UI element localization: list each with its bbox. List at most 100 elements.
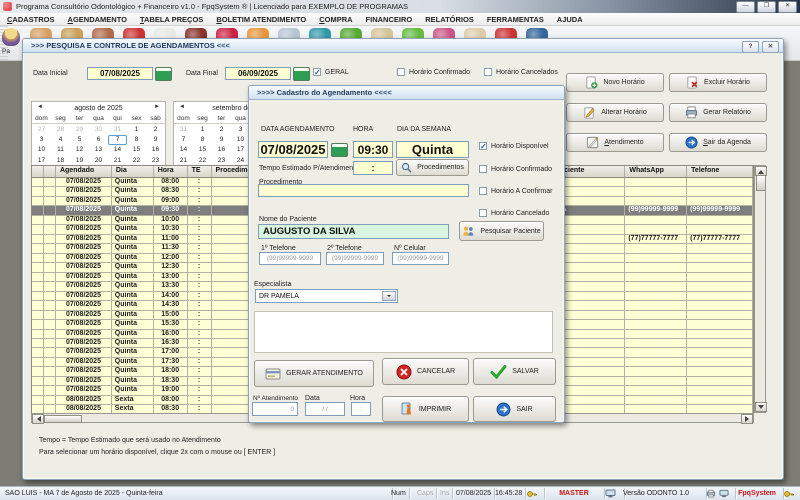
calendar-day[interactable]: 2 bbox=[212, 125, 231, 135]
sair-da-agenda-button[interactable]: Sair da Agenda bbox=[669, 133, 767, 152]
filter-horario-cancelados[interactable]: Horário Cancelados bbox=[484, 68, 558, 76]
data-agendamento-field[interactable]: 07/08/2025 bbox=[258, 141, 328, 158]
data-final-calendar-button[interactable] bbox=[293, 67, 310, 81]
menu-tabela-preços[interactable]: TABELA PREÇOS bbox=[140, 15, 203, 24]
menu-cadastros[interactable]: CADASTROS bbox=[7, 15, 55, 24]
calendar-day[interactable]: 8 bbox=[127, 135, 146, 145]
menu-ajuda[interactable]: AJUDA bbox=[557, 15, 583, 24]
menu-agendamento[interactable]: AGENDAMENTO bbox=[68, 15, 127, 24]
calendar-day[interactable]: 13 bbox=[89, 145, 108, 155]
telefone1-field[interactable]: (99)99999-9999 bbox=[259, 252, 321, 265]
calendar-day[interactable]: 16 bbox=[212, 145, 231, 155]
gerar-relatorio-button[interactable]: Gerar Relatório bbox=[669, 103, 767, 122]
calendar-next-icon[interactable]: ► bbox=[154, 104, 160, 110]
cancelar-button[interactable]: CANCELAR bbox=[382, 358, 469, 385]
column-header[interactable] bbox=[32, 166, 44, 177]
nome-paciente-field[interactable]: AUGUSTO DA SILVA bbox=[258, 224, 449, 239]
calendar-day[interactable]: 15 bbox=[127, 145, 146, 155]
calendar-day[interactable]: 29 bbox=[70, 125, 89, 135]
calendar-day[interactable]: 15 bbox=[193, 145, 212, 155]
menu-compra[interactable]: COMPRA bbox=[319, 15, 352, 24]
calendar-day[interactable]: 14 bbox=[108, 145, 127, 155]
calendar-day[interactable]: 5 bbox=[70, 135, 89, 145]
filter-geral[interactable]: GERAL bbox=[313, 68, 349, 76]
calendar-day[interactable]: 7 bbox=[174, 135, 193, 145]
horario-a-confirmar-checkbox[interactable] bbox=[479, 187, 487, 195]
excluir-horario-button[interactable]: Excluir Horário bbox=[669, 73, 767, 92]
hora-atendimento-field[interactable]: : bbox=[351, 402, 371, 416]
n-atendimento-field[interactable]: 0 bbox=[252, 402, 298, 416]
status-horario-cancelado[interactable]: Horário Cancelado bbox=[479, 209, 549, 217]
filter-horario-confirmado[interactable]: Horário Confirmado bbox=[397, 68, 470, 76]
chevron-down-icon[interactable] bbox=[382, 291, 396, 301]
novo-horario-button[interactable]: Novo Horário bbox=[566, 73, 664, 92]
data-final-field[interactable]: 06/09/2025 bbox=[225, 67, 291, 80]
column-header-hora[interactable]: Hora bbox=[154, 166, 188, 177]
calendar-day[interactable]: 1 bbox=[193, 125, 212, 135]
calendar-day[interactable]: 7 bbox=[108, 135, 127, 145]
data-inicial-calendar-button[interactable] bbox=[155, 67, 172, 81]
calendar-day[interactable]: 1 bbox=[127, 125, 146, 135]
calendar-day[interactable]: 28 bbox=[51, 125, 70, 135]
horario-confirmado-checkbox[interactable] bbox=[479, 165, 487, 173]
calendar-day[interactable]: 9 bbox=[146, 135, 165, 145]
status-horario-a-confirmar[interactable]: Horário A Confirmar bbox=[479, 187, 552, 195]
column-header-agendado[interactable]: Agendado bbox=[56, 166, 112, 177]
calendar-day[interactable]: 2 bbox=[146, 125, 165, 135]
salvar-button[interactable]: SALVAR bbox=[473, 358, 556, 385]
minimize-button[interactable]: — bbox=[736, 1, 755, 13]
calendar-prev-icon[interactable]: ◄ bbox=[179, 104, 185, 110]
column-header-te[interactable]: TE bbox=[188, 166, 212, 177]
calendar-day[interactable]: 16 bbox=[146, 145, 165, 155]
calendar-day[interactable]: 31 bbox=[174, 125, 193, 135]
status-horario-disponivel[interactable]: Horário Disponível bbox=[479, 142, 549, 150]
column-header-whatsapp[interactable]: WhatsApp bbox=[625, 166, 687, 177]
celular-field[interactable]: (99)99999-9999 bbox=[392, 252, 449, 265]
menu-boletim-atendimento[interactable]: BOLETIM ATENDIMENTO bbox=[216, 15, 306, 24]
close-button[interactable]: ✕ bbox=[778, 1, 797, 13]
column-header-telefone[interactable]: Telefone bbox=[687, 166, 753, 177]
calendar-day[interactable]: 8 bbox=[193, 135, 212, 145]
geral-checkbox[interactable] bbox=[313, 68, 321, 76]
observations-box[interactable] bbox=[254, 311, 553, 353]
horario-confirmado-checkbox[interactable] bbox=[397, 68, 405, 76]
imprimir-button[interactable]: IMPRIMIR bbox=[382, 396, 469, 422]
menu-relatórios[interactable]: RELATÓRIOS bbox=[425, 15, 474, 24]
horario-cancelados-checkbox[interactable] bbox=[484, 68, 492, 76]
status-horario-confirmado[interactable]: Horário Confirmado bbox=[479, 165, 552, 173]
calendar-day[interactable]: 9 bbox=[212, 135, 231, 145]
menu-ferramentas[interactable]: FERRAMENTAS bbox=[487, 15, 544, 24]
horario-cancelado-checkbox[interactable] bbox=[479, 209, 487, 217]
calendar-day[interactable]: 11 bbox=[51, 145, 70, 155]
help-button[interactable]: ? bbox=[742, 41, 759, 53]
window-close-button[interactable]: ✕ bbox=[762, 41, 779, 53]
data-inicial-field[interactable]: 07/08/2025 bbox=[87, 67, 153, 80]
calendar-prev-icon[interactable]: ◄ bbox=[37, 104, 43, 110]
pesquisar-paciente-button[interactable]: Pesquisar Paciente bbox=[459, 221, 544, 241]
toolbar-button-patients[interactable]: Pa bbox=[2, 28, 22, 58]
gerar-atendimento-button[interactable]: GERAR ATENDIMENTO bbox=[254, 360, 374, 387]
column-header[interactable] bbox=[44, 166, 56, 177]
calendar-day[interactable]: 10 bbox=[32, 145, 51, 155]
calendar-day[interactable]: 30 bbox=[89, 125, 108, 135]
calendar-day[interactable]: 14 bbox=[174, 145, 193, 155]
tempo-estimado-field[interactable]: : bbox=[353, 161, 393, 175]
restore-button[interactable]: ❐ bbox=[757, 1, 776, 13]
calendar-day[interactable]: 4 bbox=[51, 135, 70, 145]
calendar-day[interactable]: 31 bbox=[108, 125, 127, 135]
horario-disponivel-checkbox[interactable] bbox=[479, 142, 487, 150]
procedimento-field[interactable] bbox=[258, 184, 469, 197]
calendar-day[interactable]: 12 bbox=[70, 145, 89, 155]
alterar-horario-button[interactable]: Alterar Horário bbox=[566, 103, 664, 122]
dialog-calendar-button[interactable] bbox=[331, 143, 348, 157]
agenda-window-title-bar[interactable]: >>> PESQUISA E CONTROLE DE AGENDAMENTOS … bbox=[23, 39, 783, 53]
procedimentos-button[interactable]: Procedimentos bbox=[396, 159, 469, 176]
calendar-day[interactable]: 3 bbox=[32, 135, 51, 145]
calendar-day[interactable]: 27 bbox=[32, 125, 51, 135]
table-vertical-scrollbar[interactable] bbox=[754, 165, 766, 413]
telefone2-field[interactable]: (99)99999-9999 bbox=[326, 252, 384, 265]
hora-field[interactable]: 09:30 bbox=[353, 141, 393, 158]
menu-financeiro[interactable]: FINANCEIRO bbox=[366, 15, 413, 24]
data-atendimento-field[interactable]: / / bbox=[305, 402, 345, 416]
dialog-title-bar[interactable]: >>>> Cadastro do Agendamento <<<< bbox=[249, 86, 564, 100]
